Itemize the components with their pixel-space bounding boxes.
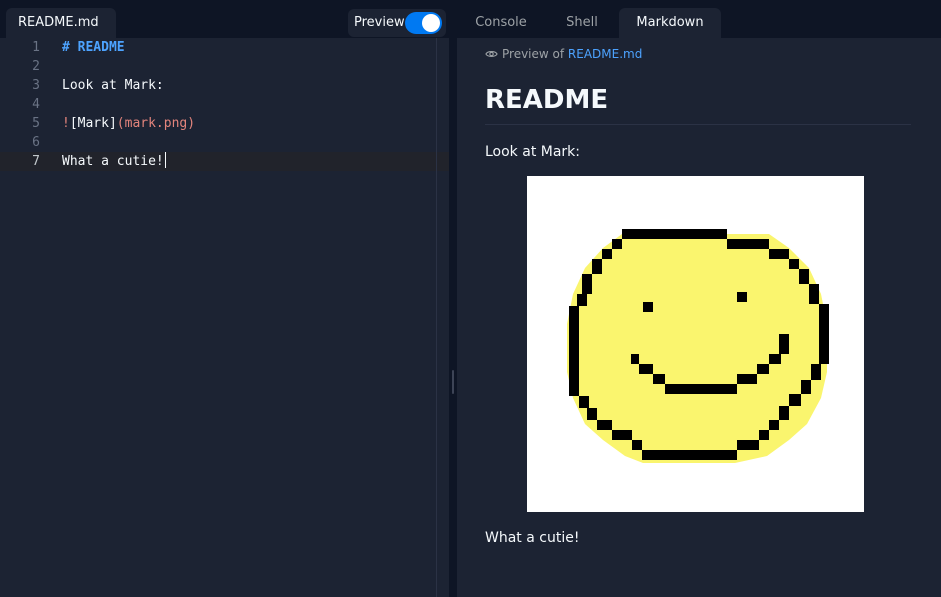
editor-tabbar: README.md Preview xyxy=(0,0,449,38)
preview-file-link[interactable]: README.md xyxy=(568,46,642,62)
text-caret xyxy=(164,152,167,168)
preview-of-bar: Preview of README.md xyxy=(485,46,642,62)
code-line[interactable]: 3 Look at Mark: xyxy=(0,76,449,95)
image-alt-text: [Mark] xyxy=(69,116,117,131)
code-text: ![Mark](mark.png) xyxy=(62,114,195,133)
line-number: 1 xyxy=(32,40,40,55)
heading-divider xyxy=(485,124,911,125)
smiley-mouth-left-3 xyxy=(653,374,665,384)
right-pane: Console Shell Markdown Preview of README… xyxy=(457,0,941,597)
smiley-right-eye xyxy=(737,292,747,302)
code-text-content: What a cutie! xyxy=(62,154,164,169)
switch-knob xyxy=(422,14,440,32)
file-tab-readme[interactable]: README.md xyxy=(6,8,116,38)
code-line[interactable]: 1 # README xyxy=(0,38,449,57)
line-number: 2 xyxy=(32,59,40,74)
markdown-paragraph-1: Look at Mark: xyxy=(485,144,580,160)
smiley-mouth-right-2 xyxy=(757,364,769,374)
smiley-mouth-left xyxy=(631,354,639,364)
smiley-drawing xyxy=(567,229,829,463)
line-number: 4 xyxy=(32,97,40,112)
preview-toggle[interactable]: Preview xyxy=(348,9,446,37)
markdown-preview: Preview of README.md README Look at Mark… xyxy=(485,38,911,597)
tab-shell[interactable]: Shell xyxy=(545,8,619,38)
markdown-heading: README xyxy=(485,85,609,115)
tab-console[interactable]: Console xyxy=(457,8,545,38)
preview-switch[interactable] xyxy=(405,12,442,34)
line-number: 5 xyxy=(32,116,40,131)
code-line-active[interactable]: 7 What a cutie! xyxy=(0,152,449,171)
right-tabbar: Console Shell Markdown xyxy=(457,0,941,38)
code-line[interactable]: 2 xyxy=(0,57,449,76)
editor-divider xyxy=(436,38,437,597)
code-text: Look at Mark: xyxy=(62,78,164,93)
line-number: 6 xyxy=(32,135,40,150)
code-line[interactable]: 6 xyxy=(0,133,449,152)
line-number: 3 xyxy=(32,78,40,93)
line-number: 7 xyxy=(32,154,40,169)
resizer-grip[interactable] xyxy=(452,370,454,394)
smiley-mouth-bottom xyxy=(665,384,737,394)
eye-icon xyxy=(485,51,498,57)
preview-of-label: Preview of xyxy=(502,47,565,61)
code-line[interactable]: 5 ![Mark](mark.png) xyxy=(0,114,449,133)
code-editor[interactable]: 1 # README 2 3 Look at Mark: 4 5 ![Mark]… xyxy=(0,38,449,597)
code-text: What a cutie! xyxy=(62,152,167,171)
smiley-mouth-right-3 xyxy=(737,374,757,384)
markdown-paragraph-2: What a cutie! xyxy=(485,530,580,546)
preview-label: Preview xyxy=(354,15,405,30)
smiley-left-eye xyxy=(643,302,653,312)
code-text: # README xyxy=(62,40,125,55)
smiley-image xyxy=(527,176,864,512)
editor-pane: README.md Preview 1 # README 2 3 Look at… xyxy=(0,0,449,597)
smiley-mouth-corner xyxy=(779,334,789,354)
tab-markdown[interactable]: Markdown xyxy=(619,8,721,38)
smiley-mouth-left-2 xyxy=(639,364,653,374)
smiley-mouth-right xyxy=(769,354,781,364)
pane-resizer[interactable] xyxy=(449,0,457,597)
image-bang: ! xyxy=(62,116,70,131)
code-line[interactable]: 4 xyxy=(0,95,449,114)
image-url: (mark.png) xyxy=(116,116,196,131)
